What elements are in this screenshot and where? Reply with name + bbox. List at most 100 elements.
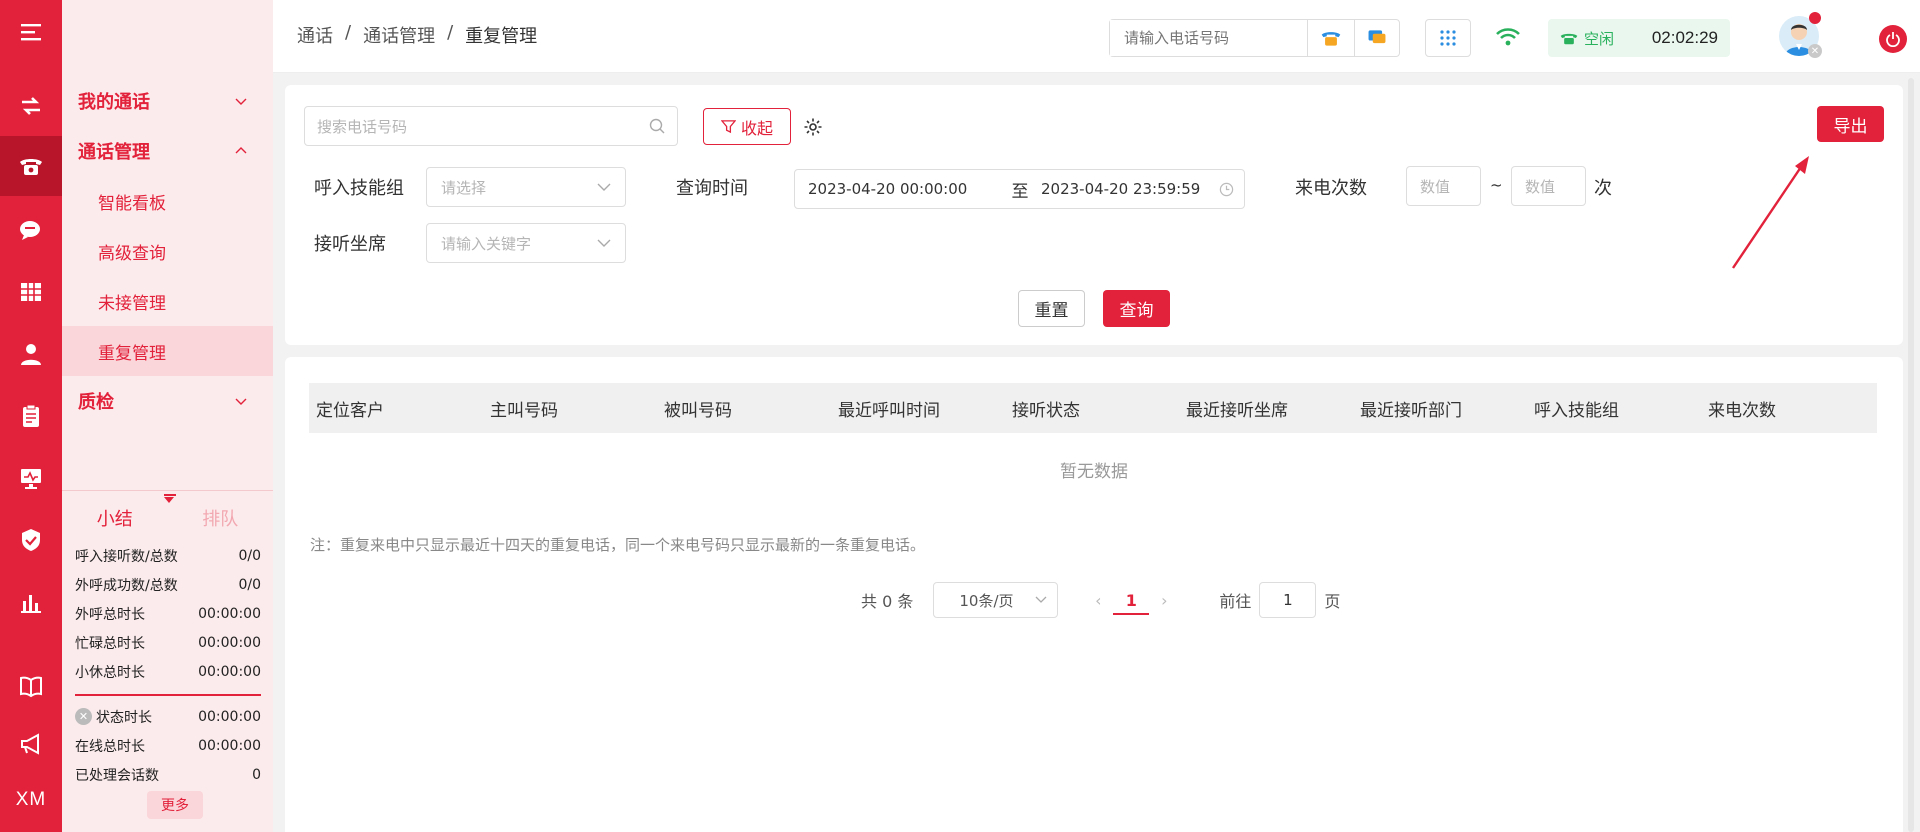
query-button[interactable]: 查询 (1103, 290, 1170, 327)
tab-summary[interactable]: 小结 (62, 501, 168, 531)
menu-group-quality-check[interactable]: 质检 (62, 376, 273, 426)
transfer-icon[interactable] (0, 76, 62, 136)
page-suffix: 页 (1324, 592, 1341, 611)
tab-queue[interactable]: 排队 (168, 501, 274, 531)
gear-icon[interactable] (803, 117, 823, 137)
date-end[interactable]: 2023-04-20 23:59:59 (1035, 180, 1219, 198)
menu-group-call-management[interactable]: 通话管理 (62, 126, 273, 176)
call-count-min-input[interactable]: 数值 (1406, 166, 1481, 206)
empty-state: 暂无数据 (1060, 462, 1128, 482)
menu-group-label: 质检 (78, 392, 114, 413)
message-button[interactable] (1353, 20, 1400, 56)
breadcrumb-separator: / (345, 22, 352, 43)
menu-item-repeat-management[interactable]: 重复管理 (62, 326, 273, 376)
collapse-label: 收起 (740, 118, 773, 138)
stat-value: 00:00:00 (198, 737, 261, 754)
stat-row: 呼入接听数/总数 0/0 (62, 541, 273, 570)
date-range-picker[interactable]: 2023-04-20 00:00:00 至 2023-04-20 23:59:5… (794, 169, 1245, 209)
page-number[interactable]: 1 (1113, 591, 1150, 615)
search-icon[interactable] (649, 118, 665, 134)
agent-select[interactable]: 请输入关键字 (426, 223, 626, 263)
filter-icon (720, 120, 736, 134)
page-size-select[interactable]: 10条/页 (933, 582, 1059, 618)
date-start[interactable]: 2023-04-20 00:00:00 (795, 180, 1005, 198)
telephone-icon (1321, 32, 1341, 46)
agent-status[interactable]: 空闲 02:02:29 (1548, 19, 1730, 57)
column-header: 最近呼叫时间 (838, 400, 940, 421)
book-icon[interactable] (0, 656, 62, 716)
stat-row: 外呼成功数/总数 0/0 (62, 570, 273, 599)
top-header: 通话 / 通话管理 / 重复管理 空闲 02:02:29 ✕ (273, 0, 1920, 73)
stat-value: 0/0 (238, 576, 261, 593)
apps-button[interactable] (1425, 19, 1471, 57)
xm-label[interactable]: XM (0, 770, 62, 830)
stat-label: 在线总时长 (75, 738, 145, 755)
phone-number-input[interactable] (1110, 20, 1308, 56)
clipboard-icon[interactable] (0, 386, 62, 446)
call-count-label: 来电次数 (1295, 178, 1367, 199)
menu-toggle-icon[interactable] (0, 2, 62, 62)
page-scrollbar[interactable] (1908, 78, 1914, 832)
search-phone-box[interactable]: 搜索电话号码 (304, 106, 678, 146)
telephone-icon[interactable] (0, 136, 62, 196)
results-panel: 定位客户 主叫号码 被叫号码 最近呼叫时间 接听状态 最近接听坐席 最近接听部门… (285, 357, 1903, 832)
chevron-down-icon (235, 398, 247, 405)
stat-row: 已处理会话数 0 (62, 760, 273, 789)
menu-group-my-calls[interactable]: 我的通话 (62, 76, 273, 126)
monitor-icon[interactable] (0, 448, 62, 508)
column-header: 最近接听坐席 (1186, 400, 1288, 421)
table-header: 定位客户 主叫号码 被叫号码 最近呼叫时间 接听状态 最近接听坐席 最近接听部门… (309, 383, 1877, 433)
reset-button[interactable]: 重置 (1018, 290, 1085, 327)
clock-icon (1219, 182, 1234, 196)
goto-page-input[interactable]: 1 (1259, 582, 1317, 618)
column-header: 被叫号码 (664, 400, 732, 421)
user-icon[interactable] (0, 324, 62, 384)
search-placeholder: 搜索电话号码 (317, 117, 408, 136)
megaphone-icon[interactable] (0, 714, 62, 774)
bar-chart-icon[interactable] (0, 572, 62, 632)
stat-label: 呼入接听数/总数 (75, 548, 178, 565)
menu-item-label: 重复管理 (98, 343, 166, 364)
breadcrumb-separator: / (447, 22, 454, 43)
prev-page-button[interactable]: ‹ (1083, 591, 1113, 610)
page-size-value: 10条/页 (959, 591, 1014, 610)
dial-button[interactable] (1308, 20, 1354, 56)
breadcrumb: 通话 / 通话管理 / 重复管理 (297, 22, 537, 48)
range-tilde: ~ (1490, 176, 1503, 194)
stat-row: ✕ 状态时长 00:00:00 (62, 702, 273, 731)
notification-dot (1809, 12, 1821, 24)
menu-item-label: 未接管理 (98, 293, 166, 314)
menu-item-missed-calls[interactable]: 未接管理 (62, 276, 273, 326)
caret-down-icon (164, 497, 174, 503)
menu-item-dashboard[interactable]: 智能看板 (62, 176, 273, 226)
export-button[interactable]: 导出 (1817, 106, 1884, 142)
call-count-max-input[interactable]: 数值 (1511, 166, 1586, 206)
stat-label: 已处理会话数 (75, 767, 159, 784)
menu-group-label: 我的通话 (78, 92, 150, 113)
breadcrumb-item[interactable]: 通话管理 (363, 22, 435, 48)
chevron-up-icon (235, 147, 247, 154)
close-circle-icon[interactable]: ✕ (75, 708, 92, 725)
next-page-button[interactable]: › (1149, 591, 1179, 610)
collapse-button[interactable]: 收起 (703, 108, 791, 145)
skill-group-select[interactable]: 请选择 (426, 167, 626, 207)
menu-item-label: 高级查询 (98, 243, 166, 264)
chat-icon[interactable] (0, 200, 62, 260)
column-header: 呼入技能组 (1534, 400, 1619, 421)
menu-item-advanced-query[interactable]: 高级查询 (62, 226, 273, 276)
shield-icon[interactable] (0, 510, 62, 570)
table-grid-icon[interactable] (0, 262, 62, 322)
stat-label: 小休总时长 (75, 664, 145, 681)
stat-value: 0 (252, 766, 261, 783)
filter-panel: 搜索电话号码 收起 导出 呼入技能组 请选择 查询时间 2023-04-20 0… (285, 85, 1903, 345)
more-button[interactable]: 更多 (147, 791, 203, 819)
table-note: 注：重复来电中只显示最近十四天的重复电话，同一个来电号码只显示最新的一条重复电话… (310, 536, 926, 554)
stat-label: 外呼总时长 (75, 606, 145, 623)
tab-indicator (164, 494, 176, 496)
date-separator: 至 (1011, 181, 1029, 202)
agent-label: 接听坐席 (314, 234, 386, 255)
logout-button[interactable] (1879, 25, 1907, 53)
column-header: 最近接听部门 (1360, 400, 1462, 421)
xm-text: XM (15, 789, 47, 810)
breadcrumb-item[interactable]: 通话 (297, 22, 333, 48)
